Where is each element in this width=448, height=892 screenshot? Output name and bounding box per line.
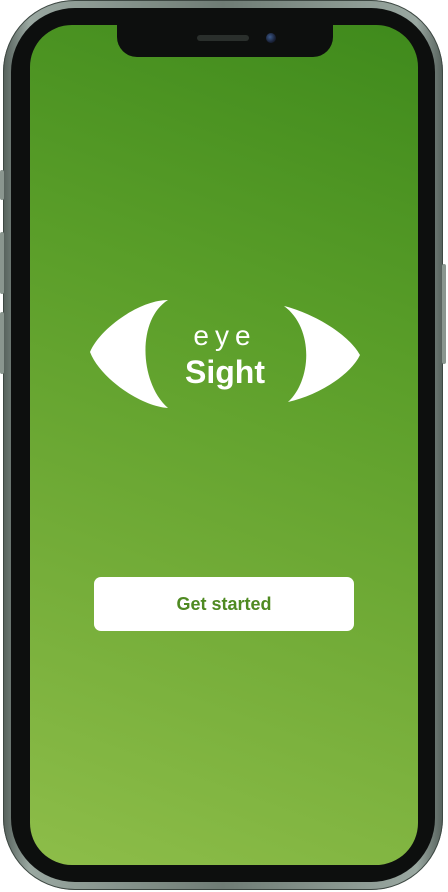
mute-switch [0, 170, 4, 200]
app-screen: eye Sight Get started [30, 25, 418, 865]
front-camera [266, 33, 276, 43]
power-button [442, 264, 446, 364]
eyesight-logo: eye Sight [88, 300, 362, 412]
get-started-button[interactable]: Get started [94, 577, 354, 631]
notch [117, 25, 333, 57]
speaker-grille [197, 35, 249, 41]
logo-text-eye: eye [193, 320, 257, 351]
volume-down-button [0, 312, 4, 374]
volume-up-button [0, 232, 4, 294]
logo-text-sight: Sight [185, 354, 265, 390]
